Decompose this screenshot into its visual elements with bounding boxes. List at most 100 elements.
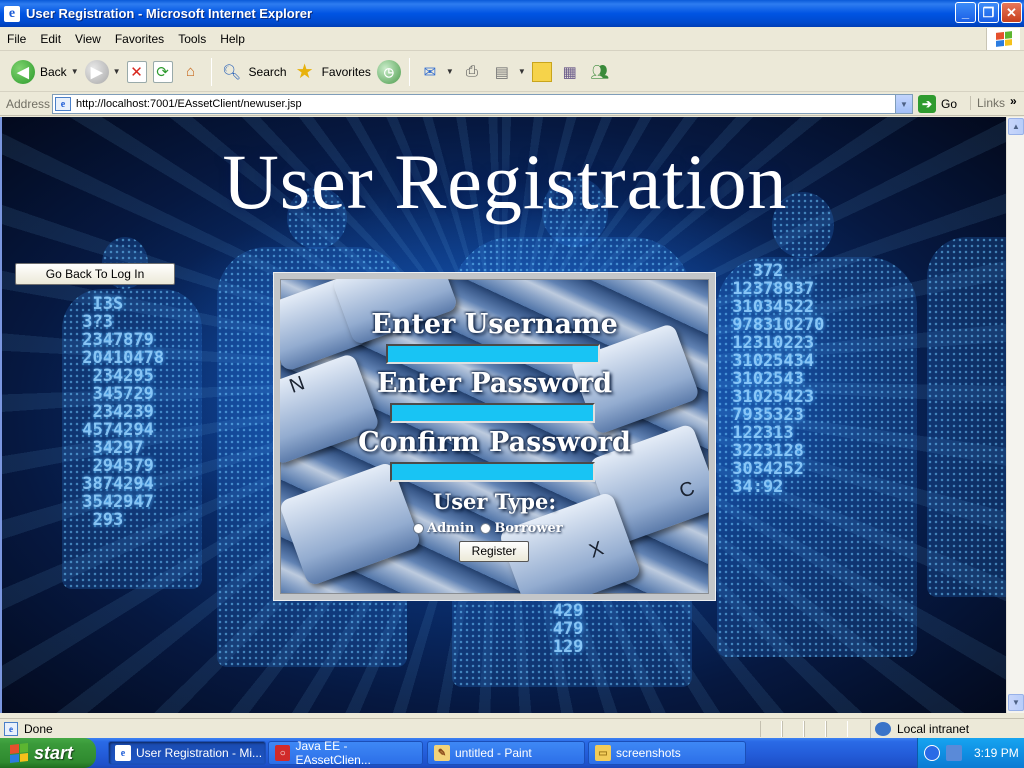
toolbar: ◀ Back ▼ ▶ ▼ ✕ ⟳ ⌂ 🔍︎ Search ★ Favorites… bbox=[0, 52, 1024, 92]
page-icon: e bbox=[55, 97, 71, 111]
refresh-icon: ⟳ bbox=[152, 60, 173, 83]
close-button[interactable]: ✕ bbox=[1001, 2, 1022, 23]
status-pane bbox=[804, 721, 826, 737]
background-digits: I3S 3?3 2347879 20410478 234295 345729 2… bbox=[82, 294, 165, 530]
links-label[interactable]: Links bbox=[970, 96, 1005, 110]
folder-icon: ▭ bbox=[595, 745, 611, 761]
back-dropdown-icon[interactable]: ▼ bbox=[71, 67, 79, 76]
background-digits: 372 12378937 31034522 978310270 12310223… bbox=[732, 261, 825, 497]
messenger-icon: 👥︎ bbox=[590, 63, 610, 81]
edit-page-icon: ▤ bbox=[494, 63, 509, 81]
register-button[interactable]: Register bbox=[459, 541, 529, 562]
refresh-button[interactable]: ⟳ bbox=[150, 56, 176, 88]
page-viewport: I3S 3?3 2347879 20410478 234295 345729 2… bbox=[0, 117, 1006, 713]
registration-form-panel: N X C Enter Username Enter Password Conf… bbox=[274, 273, 715, 600]
star-icon: ★ bbox=[295, 61, 314, 83]
research-icon: ▦ bbox=[562, 63, 577, 81]
go-button[interactable]: ➔ Go bbox=[918, 95, 957, 113]
favorites-label: Favorites bbox=[321, 64, 371, 79]
taskbar: start e User Registration - Mi... ○ Java… bbox=[0, 738, 1024, 768]
address-url[interactable]: http://localhost:7001/EAssetClient/newus… bbox=[76, 98, 302, 110]
intranet-icon bbox=[875, 722, 891, 736]
task-label: User Registration - Mi... bbox=[136, 746, 263, 760]
task-label: Java EE - EAssetClien... bbox=[295, 739, 371, 767]
go-label: Go bbox=[941, 97, 958, 111]
back-arrow-icon: ◀ bbox=[11, 59, 35, 84]
zone-label: Local intranet bbox=[897, 722, 970, 736]
stop-icon: ✕ bbox=[126, 60, 147, 83]
password-label: Enter Password bbox=[376, 368, 613, 399]
address-input[interactable]: e http://localhost:7001/EAssetClient/new… bbox=[52, 94, 913, 114]
forward-button[interactable]: ▶ ▼ bbox=[82, 56, 124, 88]
task-label: untitled - Paint bbox=[455, 746, 532, 760]
menu-file[interactable]: File bbox=[0, 32, 33, 46]
background-figure bbox=[927, 237, 1006, 597]
menu-bar: File Edit View Favorites Tools Help bbox=[0, 27, 1024, 51]
task-paint[interactable]: ✎ untitled - Paint bbox=[427, 741, 585, 765]
status-panes bbox=[760, 721, 848, 737]
status-text: Done bbox=[24, 721, 53, 736]
printer-icon: ⎙ bbox=[465, 63, 478, 80]
mail-dropdown-icon[interactable]: ▼ bbox=[446, 67, 454, 76]
menu-tools[interactable]: Tools bbox=[171, 32, 213, 46]
discuss-button[interactable] bbox=[529, 56, 555, 88]
research-button[interactable]: ▦ bbox=[555, 56, 585, 88]
username-input[interactable] bbox=[386, 344, 600, 364]
network-icon[interactable] bbox=[946, 745, 962, 761]
window-controls: _ ❐ ✕ bbox=[955, 2, 1022, 23]
back-label: Back bbox=[40, 64, 67, 79]
home-button[interactable]: ⌂ bbox=[176, 56, 206, 88]
minimize-button[interactable]: _ bbox=[955, 2, 976, 23]
mail-icon: ✉ bbox=[423, 63, 437, 81]
print-button[interactable]: ⎙ bbox=[457, 56, 487, 88]
status-pane bbox=[782, 721, 804, 737]
messenger-button[interactable]: 👥︎ bbox=[585, 56, 615, 88]
windows-logo-icon bbox=[10, 743, 28, 763]
search-label: Search bbox=[248, 64, 287, 79]
start-button[interactable]: start bbox=[0, 738, 96, 768]
forward-arrow-icon: ▶ bbox=[84, 59, 109, 84]
paint-icon: ✎ bbox=[434, 745, 450, 761]
menu-view[interactable]: View bbox=[68, 32, 108, 46]
note-icon bbox=[531, 61, 552, 82]
background-digits: 429 479 129 bbox=[552, 601, 584, 657]
menu-edit[interactable]: Edit bbox=[33, 32, 68, 46]
chevron-right-icon[interactable]: » bbox=[1010, 94, 1017, 108]
status-pane bbox=[760, 721, 782, 737]
scroll-up-icon[interactable]: ▲ bbox=[1008, 118, 1024, 135]
task-ie[interactable]: e User Registration - Mi... bbox=[108, 741, 266, 765]
page-title: User Registration bbox=[222, 138, 788, 225]
favorites-button[interactable]: ★ Favorites bbox=[290, 56, 374, 88]
radio-borrower[interactable] bbox=[480, 523, 492, 534]
menu-help[interactable]: Help bbox=[213, 32, 252, 46]
windows-logo-icon bbox=[986, 28, 1020, 50]
confirm-password-input[interactable] bbox=[390, 462, 595, 482]
edit-button[interactable]: ▤ ▼ bbox=[487, 56, 529, 88]
maximize-button[interactable]: ❐ bbox=[978, 2, 999, 23]
radio-borrower-label: Borrower bbox=[494, 521, 563, 536]
stop-button[interactable]: ✕ bbox=[124, 56, 150, 88]
history-icon: ◷ bbox=[376, 59, 401, 84]
forward-dropdown-icon[interactable]: ▼ bbox=[113, 67, 121, 76]
status-pane bbox=[826, 721, 848, 737]
history-button[interactable]: ◷ bbox=[374, 56, 404, 88]
go-back-to-login-button[interactable]: Go Back To Log In bbox=[15, 263, 175, 285]
scroll-down-icon[interactable]: ▼ bbox=[1008, 694, 1024, 711]
password-input[interactable] bbox=[390, 403, 595, 423]
radio-admin[interactable] bbox=[413, 523, 424, 534]
task-screenshots[interactable]: ▭ screenshots bbox=[588, 741, 746, 765]
address-dropdown-icon[interactable]: ▼ bbox=[895, 95, 912, 113]
tray-arrow-icon[interactable] bbox=[924, 745, 940, 761]
task-java-ee[interactable]: ○ Java EE - EAssetClien... bbox=[268, 739, 423, 767]
back-button[interactable]: ◀ Back ▼ bbox=[8, 56, 82, 88]
system-tray: 3:19 PM bbox=[917, 738, 1024, 768]
search-button[interactable]: 🔍︎ Search bbox=[217, 56, 290, 88]
edit-dropdown-icon[interactable]: ▼ bbox=[518, 67, 526, 76]
username-label: Enter Username bbox=[371, 309, 618, 340]
menu-favorites[interactable]: Favorites bbox=[108, 32, 171, 46]
toolbar-separator bbox=[408, 57, 410, 86]
status-bar: e Done Local intranet bbox=[0, 718, 1024, 738]
vertical-scrollbar[interactable]: ▲ ▼ bbox=[1006, 117, 1024, 713]
mail-button[interactable]: ✉ ▼ bbox=[415, 56, 457, 88]
home-icon: ⌂ bbox=[186, 63, 196, 80]
